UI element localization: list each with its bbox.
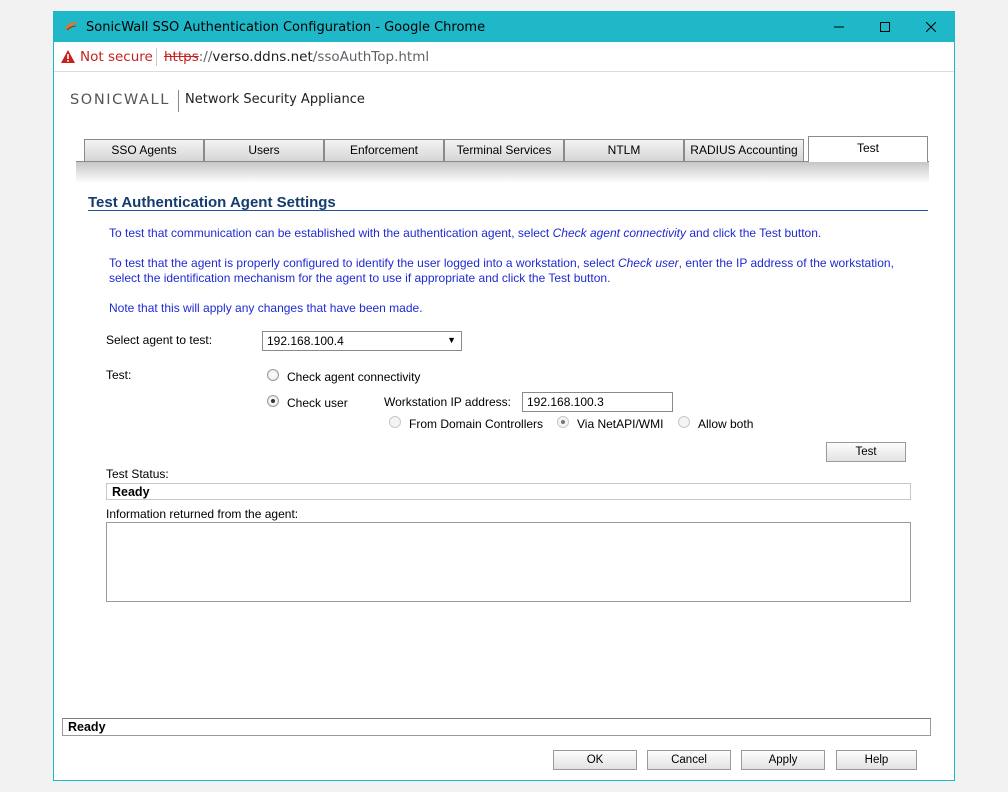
security-status[interactable]: Not secure <box>80 49 153 65</box>
info-connectivity: To test that communication can be establ… <box>109 226 909 241</box>
maximize-icon <box>880 22 890 32</box>
radio-check-connectivity[interactable] <box>267 369 279 381</box>
tab-ntlm[interactable]: NTLM <box>564 139 684 161</box>
logo-separator <box>178 90 179 112</box>
radio-allow-both[interactable] <box>678 416 690 428</box>
tab-terminal-services[interactable]: Terminal Services <box>444 139 564 161</box>
tab-users[interactable]: Users <box>204 139 324 161</box>
tab-test[interactable]: Test <box>808 136 928 162</box>
test-label: Test: <box>106 368 132 382</box>
footer-status-bar: Ready <box>62 718 931 736</box>
minimize-icon <box>834 26 844 28</box>
allow-both-label: Allow both <box>698 417 754 431</box>
title-bar[interactable]: SonicWall SSO Authentication Configurati… <box>54 12 954 42</box>
apply-button[interactable]: Apply <box>741 750 825 770</box>
check-user-label: Check user <box>287 396 348 410</box>
info-check-user-em: Check user <box>617 256 679 270</box>
close-icon <box>926 22 936 32</box>
browser-window: SonicWall SSO Authentication Configurati… <box>53 11 955 781</box>
workstation-ip-input[interactable]: 192.168.100.3 <box>522 392 673 412</box>
info-apply-note: Note that this will apply any changes th… <box>109 301 423 315</box>
via-netapi-wmi-label: Via NetAPI/WMI <box>577 417 664 431</box>
agent-info-label: Information returned from the agent: <box>106 507 299 521</box>
workstation-ip-label: Workstation IP address: <box>384 395 511 409</box>
test-button[interactable]: Test <box>826 442 906 462</box>
radio-check-user[interactable] <box>267 395 279 407</box>
tab-enforcement[interactable]: Enforcement <box>324 139 444 161</box>
address-separator <box>156 48 157 66</box>
agent-info-textarea[interactable] <box>106 522 911 602</box>
help-button[interactable]: Help <box>836 750 917 770</box>
radio-via-netapi-wmi[interactable] <box>557 416 569 428</box>
tab-content-shade <box>76 161 929 183</box>
sonicwall-logo: SONICWALL <box>70 92 170 108</box>
ok-button[interactable]: OK <box>553 750 637 770</box>
cancel-button[interactable]: Cancel <box>647 750 731 770</box>
check-connectivity-label: Check agent connectivity <box>287 370 421 384</box>
maximize-button[interactable] <box>862 12 908 42</box>
info-check-user-pre: To test that the agent is properly confi… <box>109 256 618 270</box>
agent-select-label: Select agent to test: <box>106 333 213 347</box>
close-button[interactable] <box>908 12 954 42</box>
from-domain-controllers-label: From Domain Controllers <box>409 417 544 431</box>
address-bar[interactable]: Not secure https://verso.ddns.net/ssoAut… <box>54 42 954 72</box>
info-connectivity-pre: To test that communication can be establ… <box>109 226 553 240</box>
agent-select-value: 192.168.100.4 <box>267 334 344 348</box>
dropdown-arrow-icon: ▼ <box>447 335 456 345</box>
info-connectivity-post: and click the Test button. <box>686 226 822 240</box>
product-name: Network Security Appliance <box>185 92 365 107</box>
warning-icon <box>61 50 75 63</box>
url-path: /ssoAuthTop.html <box>312 49 430 65</box>
minimize-button[interactable] <box>816 12 862 42</box>
url-scheme-sep: :// <box>198 49 213 65</box>
agent-select[interactable]: 192.168.100.4 ▼ <box>262 331 462 351</box>
section-divider <box>88 210 928 211</box>
url-scheme: https <box>164 49 199 65</box>
tab-radius-accounting[interactable]: RADIUS Accounting <box>684 139 804 161</box>
section-title: Test Authentication Agent Settings <box>88 194 336 211</box>
sonicwall-favicon-icon <box>65 22 79 31</box>
tab-sso-agents[interactable]: SSO Agents <box>84 139 204 161</box>
radio-from-domain-controllers[interactable] <box>389 416 401 428</box>
test-status-label: Test Status: <box>106 467 169 481</box>
window-title: SonicWall SSO Authentication Configurati… <box>86 20 486 35</box>
test-status-value: Ready <box>106 483 911 500</box>
url-host: verso.ddns.net <box>212 49 313 65</box>
info-connectivity-em: Check agent connectivity <box>552 226 687 240</box>
info-check-user: To test that the agent is properly confi… <box>109 256 909 286</box>
url-text[interactable]: https://verso.ddns.net/ssoAuthTop.html <box>164 49 429 65</box>
